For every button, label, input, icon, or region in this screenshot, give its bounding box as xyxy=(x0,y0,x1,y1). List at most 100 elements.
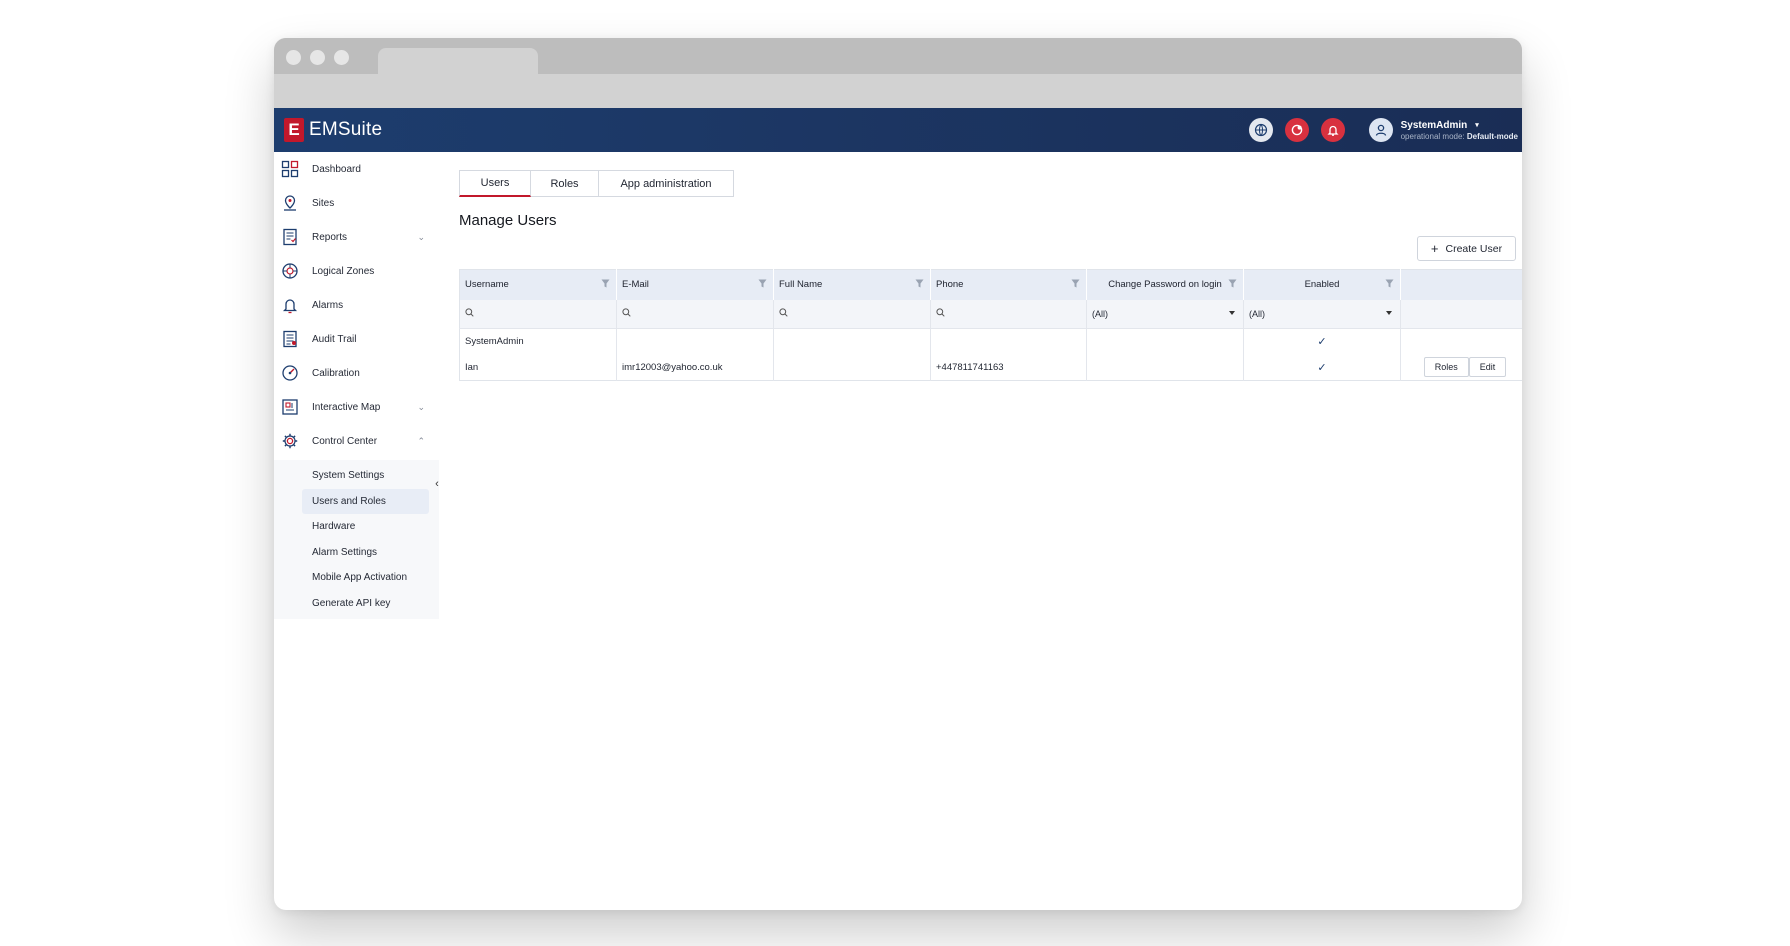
username-filter-input[interactable] xyxy=(459,299,617,329)
minimize-window-dot[interactable] xyxy=(310,50,325,65)
tab-roles[interactable]: Roles xyxy=(531,170,599,197)
chevron-down-icon: ▾ xyxy=(1475,122,1479,129)
filter-icon[interactable] xyxy=(1228,279,1237,291)
full-name-filter-input[interactable] xyxy=(773,299,931,329)
column-header-label: Enabled xyxy=(1304,279,1340,291)
gear-icon xyxy=(280,431,300,451)
filter-icon[interactable] xyxy=(915,279,924,291)
checkmark-icon: ✓ xyxy=(1243,328,1401,355)
notification-bell-icon[interactable] xyxy=(1320,118,1345,142)
column-header-username[interactable]: Username xyxy=(459,269,617,300)
zones-icon xyxy=(280,261,300,281)
chevron-down-icon: ⌄ xyxy=(417,401,425,412)
cell-email: imr12003@yahoo.co.uk xyxy=(616,354,774,381)
submenu-item-hardware[interactable]: Hardware xyxy=(274,514,439,540)
column-header-label: Phone xyxy=(936,279,964,291)
chevron-down-icon: ⌄ xyxy=(417,231,425,242)
sidebar-item-label: Control Center xyxy=(312,435,378,447)
cell-username: SystemAdmin xyxy=(459,328,617,355)
sidebar-item-sites[interactable]: Sites xyxy=(274,186,439,220)
sidebar-item-calibration[interactable]: Calibration xyxy=(274,356,439,390)
sidebar-item-interactive-map[interactable]: Interactive Map ⌄ xyxy=(274,390,439,424)
column-header-label: Change Password on login xyxy=(1108,279,1222,291)
cell-full-name xyxy=(773,354,931,381)
create-user-button[interactable]: + Create User xyxy=(1417,236,1516,261)
sidebar-item-label: Calibration xyxy=(312,367,360,379)
mode-label: operational mode: xyxy=(1400,131,1465,141)
filter-row: (All) (All) xyxy=(459,299,1522,329)
cell-full-name xyxy=(773,328,931,355)
tab-app-administration[interactable]: App administration xyxy=(599,170,734,197)
browser-tabstrip xyxy=(274,38,1522,74)
user-avatar-icon xyxy=(1368,118,1393,142)
search-icon xyxy=(622,308,631,319)
column-header-email[interactable]: E-Mail xyxy=(616,269,774,300)
filter-icon[interactable] xyxy=(1071,279,1080,291)
control-center-submenu: System Settings Users and Roles Hardware… xyxy=(274,460,439,619)
users-table: Username E-Mail Full Name Phone Change P… xyxy=(459,269,1522,381)
filter-icon[interactable] xyxy=(758,279,767,291)
close-window-dot[interactable] xyxy=(286,50,301,65)
sidebar-item-dashboard[interactable]: Dashboard xyxy=(274,152,439,186)
sidebar-item-label: Dashboard xyxy=(312,163,361,175)
gauge-icon xyxy=(280,363,300,383)
sidebar-item-logical-zones[interactable]: Logical Zones xyxy=(274,254,439,288)
tab-users[interactable]: Users xyxy=(459,170,531,197)
maximize-window-dot[interactable] xyxy=(334,50,349,65)
column-header-change-password[interactable]: Change Password on login xyxy=(1086,269,1244,300)
app-header: E EMSuite SystemAdmin ▾ operational mode:… xyxy=(274,108,1522,152)
sidebar-item-label: Logical Zones xyxy=(312,265,375,277)
sidebar-item-label: Interactive Map xyxy=(312,401,381,413)
tab-bar: Users Roles App administration xyxy=(459,170,1516,197)
app-name: EMSuite xyxy=(309,119,383,140)
main-content: Users Roles App administration Manage Us… xyxy=(446,152,1522,910)
phone-filter-input[interactable] xyxy=(930,299,1087,329)
email-filter-input[interactable] xyxy=(616,299,774,329)
user-menu[interactable]: SystemAdmin ▾ operational mode: Default-m… xyxy=(1368,118,1518,142)
column-header-label: Username xyxy=(465,279,509,291)
submenu-item-alarm-settings[interactable]: Alarm Settings xyxy=(274,540,439,566)
map-icon xyxy=(280,397,300,417)
search-icon xyxy=(779,308,788,319)
cell-actions: Roles Edit xyxy=(1400,354,1522,381)
browser-window: E EMSuite SystemAdmin ▾ operational mode:… xyxy=(274,38,1522,910)
checkmark-icon: ✓ xyxy=(1243,354,1401,381)
search-icon xyxy=(936,308,945,319)
enabled-filter-select[interactable]: (All) xyxy=(1243,299,1401,329)
create-user-label: Create User xyxy=(1445,242,1503,255)
table-row[interactable]: SystemAdmin ✓ xyxy=(459,328,1522,355)
location-pin-icon xyxy=(280,193,300,213)
sidebar-item-reports[interactable]: Reports ⌄ xyxy=(274,220,439,254)
logo-icon: E xyxy=(284,118,304,142)
edit-button[interactable]: Edit xyxy=(1468,357,1507,378)
column-header-phone[interactable]: Phone xyxy=(930,269,1087,300)
chevron-up-icon: ⌃ xyxy=(417,435,425,446)
filter-icon[interactable] xyxy=(601,279,610,291)
audit-icon xyxy=(280,329,300,349)
submenu-item-users-and-roles[interactable]: Users and Roles xyxy=(302,488,429,514)
globe-icon[interactable] xyxy=(1248,118,1273,142)
column-header-full-name[interactable]: Full Name xyxy=(773,269,931,300)
sidebar-item-control-center[interactable]: Control Center ⌃ xyxy=(274,424,439,458)
browser-tab[interactable] xyxy=(378,48,538,74)
select-value: (All) xyxy=(1092,308,1108,319)
table-row[interactable]: Ian imr12003@yahoo.co.uk +447811741163 ✓… xyxy=(459,354,1522,381)
mode-value: Default-mode xyxy=(1466,131,1518,141)
collapse-sidebar-icon[interactable]: ‹ xyxy=(429,475,445,493)
filter-icon[interactable] xyxy=(1385,279,1394,291)
column-header-enabled[interactable]: Enabled xyxy=(1243,269,1401,300)
browser-chrome xyxy=(274,38,1522,108)
sidebar-item-alarms[interactable]: Alarms xyxy=(274,288,439,322)
submenu-item-system-settings[interactable]: System Settings xyxy=(274,463,439,489)
page-title: Manage Users xyxy=(459,212,557,229)
submenu-item-generate-api-key[interactable]: Generate API key xyxy=(274,591,439,617)
sidebar: Dashboard Sites Reports ⌄ Logical Zones … xyxy=(274,152,439,910)
cell-username: Ian xyxy=(459,354,617,381)
submenu-item-mobile-app-activation[interactable]: Mobile App Activation xyxy=(274,565,439,591)
alert-chat-icon[interactable] xyxy=(1284,118,1309,142)
column-header-label: E-Mail xyxy=(622,279,649,291)
change-password-filter-select[interactable]: (All) xyxy=(1086,299,1244,329)
sidebar-item-audit-trail[interactable]: Audit Trail xyxy=(274,322,439,356)
roles-button[interactable]: Roles xyxy=(1423,357,1469,378)
report-icon xyxy=(280,227,300,247)
